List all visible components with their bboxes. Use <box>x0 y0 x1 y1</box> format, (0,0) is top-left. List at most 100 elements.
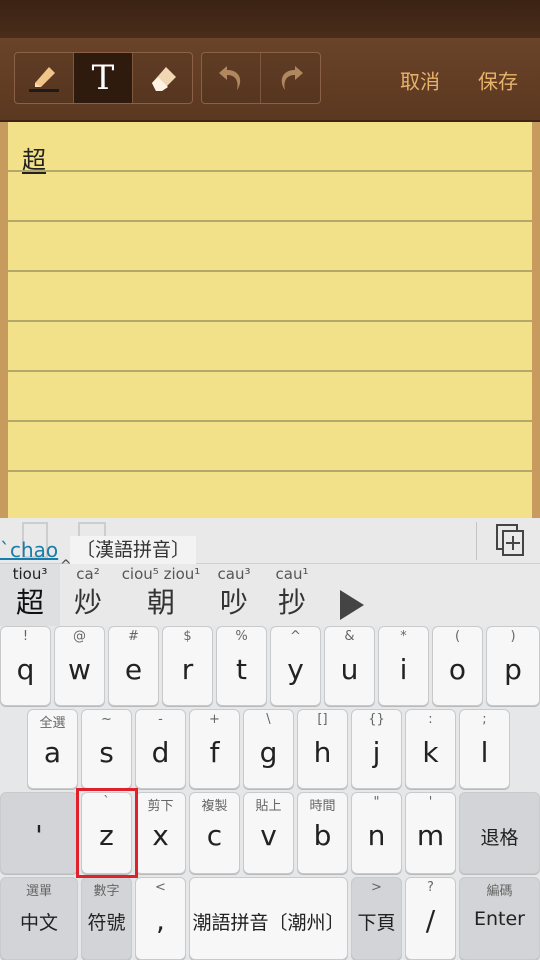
key-v[interactable]: 貼上 v <box>243 792 294 874</box>
notepad-paper[interactable]: 超 <box>8 122 532 518</box>
key-q[interactable]: ! q <box>0 626 51 706</box>
key-hint: " <box>373 795 380 810</box>
key-hint: 時間 <box>309 799 336 814</box>
key-h[interactable]: [] h <box>297 709 348 789</box>
paste-icon[interactable] <box>496 524 524 560</box>
key-label: w <box>68 653 91 686</box>
highlighter-pen-icon <box>29 67 59 92</box>
candidate-item[interactable]: cau³ 吵 <box>208 564 260 626</box>
key-label: 潮語拼音〔潮州〕 <box>192 912 345 934</box>
key-hint: ! <box>22 629 29 644</box>
key-hint: 編碼 <box>486 884 513 899</box>
key-label: i <box>399 653 408 686</box>
key-t[interactable]: % t <box>216 626 267 706</box>
key-j[interactable]: {} j <box>351 709 402 789</box>
key-hint: ( <box>454 629 461 644</box>
key-s[interactable]: ~ s <box>81 709 132 789</box>
key-a[interactable]: 全選 a <box>27 709 78 789</box>
key-label: s <box>99 736 114 769</box>
key-y[interactable]: ^ y <box>270 626 321 706</box>
candidate-romanization: cau¹ <box>275 565 309 583</box>
key-slash[interactable]: ? / <box>405 877 456 960</box>
chinese-mode-key[interactable]: 選單 中文 <box>0 877 78 960</box>
key-r[interactable]: $ r <box>162 626 213 706</box>
candidate-romanization: ca² <box>76 565 100 583</box>
redo-icon <box>281 66 303 90</box>
key-hint: ' <box>428 795 433 810</box>
key-hint: < <box>155 880 166 895</box>
undo-icon <box>219 66 241 90</box>
symbol-key[interactable]: 數字 符號 <box>81 877 132 960</box>
candidate-char: 朝 <box>146 586 175 619</box>
key-n[interactable]: " n <box>351 792 402 874</box>
key-hint: 數字 <box>93 884 120 899</box>
play-arrow-icon[interactable] <box>340 590 364 620</box>
note-text[interactable]: 超 <box>22 140 46 175</box>
key-label: j <box>372 736 381 769</box>
candidate-item[interactable]: ciou⁵ ziou¹ 朝 <box>116 564 206 626</box>
key-label: p <box>504 653 522 686</box>
status-bar <box>0 0 540 38</box>
key-label: b <box>313 819 332 852</box>
key-w[interactable]: @ w <box>54 626 105 706</box>
key-label: , <box>156 904 165 937</box>
composing-text: `chao <box>0 538 59 562</box>
highlight-box <box>76 788 138 878</box>
key-label: y <box>287 653 304 686</box>
key-hint: & <box>344 629 355 644</box>
candidate-char: 抄 <box>277 586 306 619</box>
notepad-frame: 超 <box>0 122 540 518</box>
highlighter-tool-button[interactable] <box>15 53 74 103</box>
key-e[interactable]: # e <box>108 626 159 706</box>
key-hint: ^ <box>290 629 301 644</box>
key-hint: * <box>400 629 407 644</box>
key-hint: ; <box>482 712 487 727</box>
key-comma[interactable]: <, <box>135 877 186 960</box>
candidate-char: 炒 <box>73 586 102 619</box>
key-hint: 全選 <box>39 716 66 731</box>
key-b[interactable]: 時間 b <box>297 792 348 874</box>
ime-mode-label[interactable]: 〔漢語拼音〕 <box>70 536 197 564</box>
key-label: a <box>43 736 62 769</box>
key-i[interactable]: * i <box>378 626 429 706</box>
next-page-key[interactable]: > 下頁 <box>351 877 402 960</box>
key-c[interactable]: 複製 c <box>189 792 240 874</box>
key-hint: 剪下 <box>147 799 174 814</box>
cancel-button[interactable]: 取消 <box>400 66 440 95</box>
redo-button[interactable] <box>261 53 320 103</box>
history-group <box>201 52 321 104</box>
key-f[interactable]: + f <box>189 709 240 789</box>
key-g[interactable]: \ g <box>243 709 294 789</box>
key-label: 退格 <box>480 827 519 849</box>
enter-key[interactable]: 編碼 Enter <box>459 877 540 960</box>
key-label: n <box>367 819 386 852</box>
candidate-item[interactable]: cau¹ 抄 <box>266 564 318 626</box>
tool-group: T <box>14 52 193 104</box>
candidate-romanization: cau³ <box>217 565 251 583</box>
key-u[interactable]: & u <box>324 626 375 706</box>
key-hint: @ <box>73 629 86 644</box>
space-key[interactable]: 潮語拼音〔潮州〕 <box>189 877 348 960</box>
key-k[interactable]: :k <box>405 709 456 789</box>
key-hint: % <box>235 629 248 644</box>
candidate-item[interactable]: ca² 炒 <box>62 564 114 626</box>
backspace-key[interactable]: 退格 <box>459 792 540 874</box>
key-apostrophe[interactable]: ' <box>0 792 78 874</box>
editor-toolbar: T 取消 保存 <box>0 38 540 122</box>
key-label: 下頁 <box>357 912 396 934</box>
text-tool-button[interactable]: T <box>74 53 133 103</box>
key-label: o <box>448 653 467 686</box>
key-label: 中文 <box>19 912 58 934</box>
eraser-tool-button[interactable] <box>133 53 192 103</box>
key-d[interactable]: -d <box>135 709 186 789</box>
key-o[interactable]: (o <box>432 626 483 706</box>
undo-button[interactable] <box>202 53 261 103</box>
key-m[interactable]: ' m <box>405 792 456 874</box>
key-l[interactable]: ; l <box>459 709 510 789</box>
candidate-romanization: tiou³ <box>12 565 48 583</box>
candidate-item[interactable]: tiou³ 超 <box>0 564 60 626</box>
key-p[interactable]: ) p <box>486 626 540 706</box>
save-button[interactable]: 保存 <box>478 66 518 95</box>
key-x[interactable]: 剪下 x <box>135 792 186 874</box>
key-hint: # <box>128 629 139 644</box>
